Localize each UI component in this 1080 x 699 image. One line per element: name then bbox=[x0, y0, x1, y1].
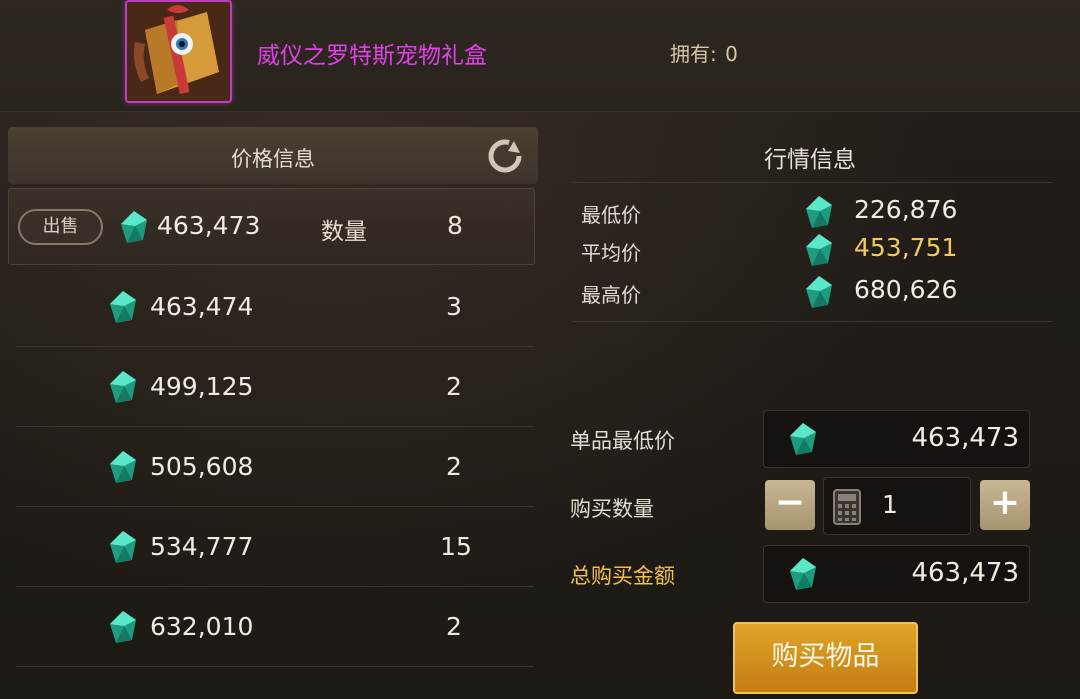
calculator-icon[interactable] bbox=[833, 489, 861, 525]
quantity-input[interactable]: 1 bbox=[823, 477, 971, 535]
avg-price-label: 平均价 bbox=[581, 241, 641, 265]
gem-icon bbox=[121, 211, 147, 243]
gem-icon bbox=[806, 276, 832, 308]
listing-price: 463,474 bbox=[150, 292, 254, 321]
avg-price-value: 453,751 bbox=[854, 233, 958, 262]
listing-row[interactable]: 463,474 3 bbox=[16, 267, 534, 347]
gem-icon bbox=[790, 423, 816, 455]
listing-row[interactable]: 534,777 15 bbox=[16, 507, 534, 587]
unit-min-price-value: 463,473 bbox=[911, 423, 1019, 453]
listing-price: 534,777 bbox=[150, 532, 254, 561]
gem-icon bbox=[110, 451, 136, 483]
gem-icon bbox=[110, 291, 136, 323]
gem-icon bbox=[790, 558, 816, 590]
listing-row[interactable]: 499,125 2 bbox=[16, 347, 534, 427]
market-info: 最低价 226,876 平均价 453,751 最高价 680,626 bbox=[572, 182, 1052, 322]
owned-value: 0 bbox=[725, 42, 738, 66]
total-amount-label: 总购买金额 bbox=[570, 564, 675, 588]
listing-quantity: 2 bbox=[446, 372, 462, 401]
listing-price: 632,010 bbox=[150, 612, 254, 641]
listing-price: 463,473 bbox=[157, 211, 261, 240]
min-price-label: 最低价 bbox=[581, 203, 641, 227]
gem-icon bbox=[110, 611, 136, 643]
buy-quantity-label: 购买数量 bbox=[570, 497, 654, 521]
gem-icon bbox=[110, 371, 136, 403]
gem-icon bbox=[806, 196, 832, 228]
gift-box-icon[interactable] bbox=[125, 0, 232, 103]
price-panel-header: 价格信息 bbox=[8, 127, 538, 184]
quantity-label: 数量 bbox=[321, 219, 367, 245]
gem-icon bbox=[806, 234, 832, 266]
sell-button[interactable]: 出售 bbox=[18, 209, 103, 245]
listing-row[interactable]: 632,010 2 bbox=[16, 587, 534, 667]
listing-quantity: 3 bbox=[446, 292, 462, 321]
owned-label: 拥有 bbox=[670, 42, 710, 66]
market-panel-title: 行情信息 bbox=[764, 147, 856, 173]
listing-quantity: 15 bbox=[440, 532, 472, 561]
quantity-value: 1 bbox=[882, 490, 898, 519]
price-panel-title: 价格信息 bbox=[231, 147, 315, 171]
unit-min-price-field: 463,473 bbox=[763, 410, 1030, 468]
buy-item-button[interactable]: 购买物品 bbox=[733, 622, 918, 694]
price-panel: 价格信息 出售 463,473 数量 8 463,474 3 499,125 2… bbox=[8, 127, 538, 687]
total-amount-value: 463,473 bbox=[911, 558, 1019, 588]
listing-quantity: 2 bbox=[446, 612, 462, 641]
min-price-value: 226,876 bbox=[854, 195, 958, 224]
listing-row[interactable]: 505,608 2 bbox=[16, 427, 534, 507]
item-header: 威仪之罗特斯宠物礼盒 拥有: 0 bbox=[0, 0, 1080, 112]
gem-icon bbox=[110, 531, 136, 563]
max-price-label: 最高价 bbox=[581, 283, 641, 307]
listing-quantity: 2 bbox=[446, 452, 462, 481]
listing-row[interactable]: 出售 463,473 数量 8 bbox=[8, 188, 535, 265]
increase-quantity-button[interactable]: + bbox=[980, 480, 1030, 530]
item-name: 威仪之罗特斯宠物礼盒 bbox=[257, 43, 487, 69]
refresh-icon[interactable] bbox=[486, 137, 524, 175]
listing-price: 505,608 bbox=[150, 452, 254, 481]
owned-count: 拥有: 0 bbox=[670, 42, 738, 66]
max-price-value: 680,626 bbox=[854, 275, 958, 304]
decrease-quantity-button[interactable]: − bbox=[765, 480, 815, 530]
unit-min-price-label: 单品最低价 bbox=[570, 429, 675, 453]
listing-quantity: 8 bbox=[447, 211, 463, 240]
listing-price: 499,125 bbox=[150, 372, 254, 401]
total-amount-field: 463,473 bbox=[763, 545, 1030, 603]
